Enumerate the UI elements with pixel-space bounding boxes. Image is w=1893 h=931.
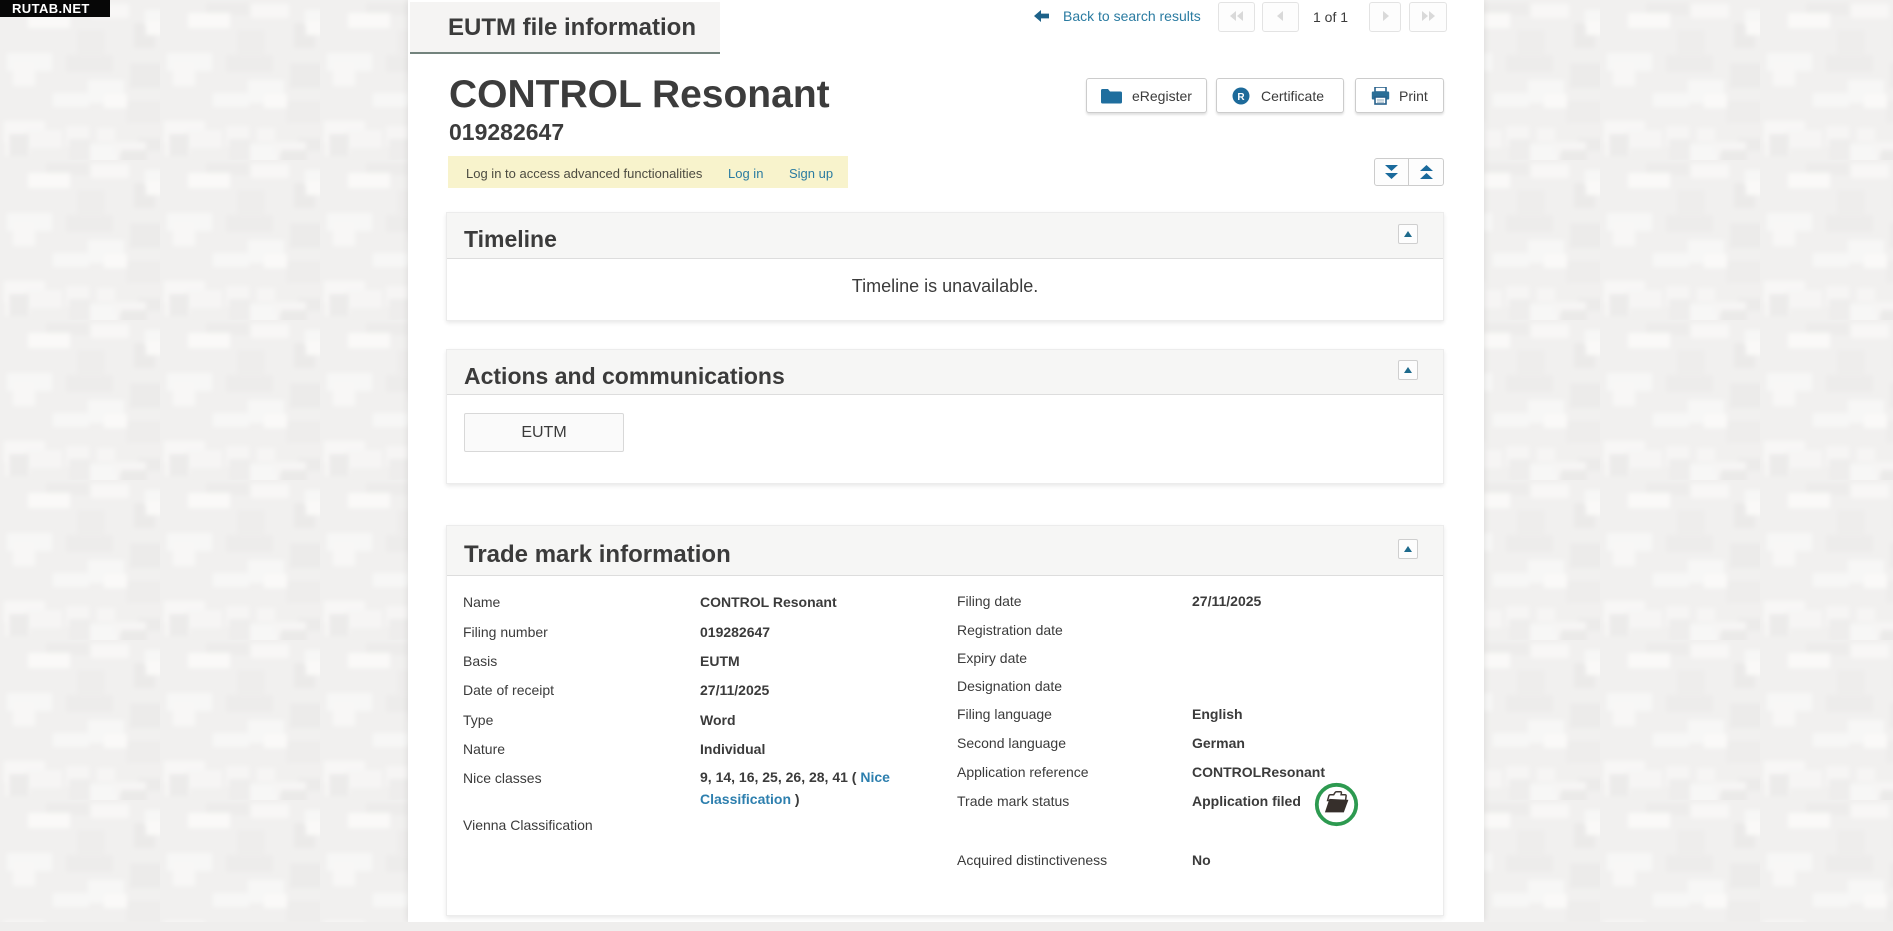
svg-text:R: R xyxy=(1237,92,1245,103)
